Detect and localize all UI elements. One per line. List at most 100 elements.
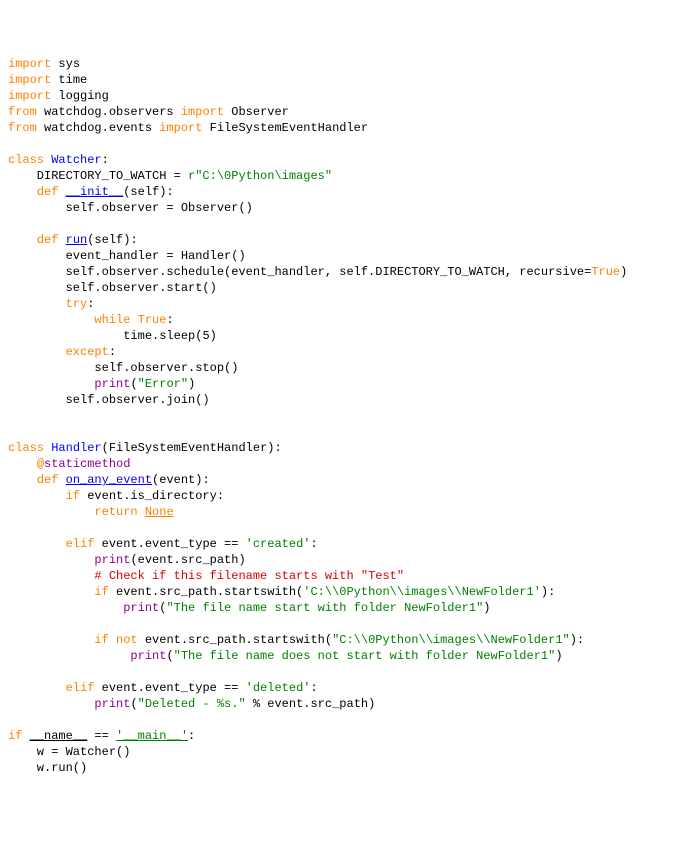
code-token: self.observer.join() bbox=[8, 393, 210, 407]
code-token: : bbox=[87, 297, 94, 311]
code-token bbox=[8, 601, 123, 615]
code-token: ) bbox=[555, 649, 562, 663]
code-token: "C:\\0Python\\images\\NewFolder1" bbox=[332, 633, 570, 647]
code-line: try: bbox=[8, 296, 681, 312]
code-line: print("Error") bbox=[8, 376, 681, 392]
code-token: event.event_type == bbox=[94, 681, 245, 695]
code-token bbox=[8, 489, 66, 503]
code-token: watchdog.events bbox=[37, 121, 159, 135]
code-token: (event.src_path) bbox=[130, 553, 245, 567]
code-token: : bbox=[310, 537, 317, 551]
code-token: '__main__' bbox=[116, 729, 188, 743]
code-line: def run(self): bbox=[8, 232, 681, 248]
code-token: def bbox=[37, 233, 59, 247]
code-token: ( bbox=[130, 377, 137, 391]
code-line: from watchdog.events import FileSystemEv… bbox=[8, 120, 681, 136]
code-token: try bbox=[66, 297, 88, 311]
code-token: ( bbox=[166, 649, 173, 663]
code-token bbox=[58, 233, 65, 247]
code-token: event_handler = Handler() bbox=[8, 249, 246, 263]
code-token: % event.src_path) bbox=[246, 697, 376, 711]
code-line: elif event.event_type == 'deleted': bbox=[8, 680, 681, 696]
code-token: == bbox=[87, 729, 116, 743]
code-line: def __init__(self): bbox=[8, 184, 681, 200]
code-token: import bbox=[8, 89, 51, 103]
code-line: self.observer.join() bbox=[8, 392, 681, 408]
code-token: r"C:\0Python\images" bbox=[188, 169, 332, 183]
code-line: from watchdog.observers import Observer bbox=[8, 104, 681, 120]
code-token: event.is_directory: bbox=[80, 489, 224, 503]
code-token: True bbox=[138, 313, 167, 327]
code-token bbox=[8, 633, 94, 647]
code-token: self.observer.stop() bbox=[8, 361, 238, 375]
code-token bbox=[8, 233, 37, 247]
code-token bbox=[109, 633, 116, 647]
code-token: class bbox=[8, 441, 44, 455]
code-line: event_handler = Handler() bbox=[8, 248, 681, 264]
code-line: w.run() bbox=[8, 760, 681, 776]
code-line: self.observer.start() bbox=[8, 280, 681, 296]
code-line bbox=[8, 216, 681, 232]
code-token bbox=[8, 649, 130, 663]
code-line bbox=[8, 136, 681, 152]
code-token bbox=[8, 505, 94, 519]
code-token: @ bbox=[37, 457, 44, 471]
code-token: import bbox=[159, 121, 202, 135]
code-token bbox=[8, 377, 94, 391]
code-token: import bbox=[8, 73, 51, 87]
code-line: print("The file name start with folder N… bbox=[8, 600, 681, 616]
code-token: Handler bbox=[51, 441, 101, 455]
code-token bbox=[8, 185, 37, 199]
code-token: 'deleted' bbox=[246, 681, 311, 695]
code-token: : bbox=[102, 153, 109, 167]
code-token: if bbox=[66, 489, 80, 503]
code-line: if event.is_directory: bbox=[8, 488, 681, 504]
code-line: return None bbox=[8, 504, 681, 520]
code-token: if bbox=[8, 729, 22, 743]
code-line: print(event.src_path) bbox=[8, 552, 681, 568]
code-token: print bbox=[94, 377, 130, 391]
code-token: def bbox=[37, 473, 59, 487]
code-token: elif bbox=[66, 681, 95, 695]
code-token: "The file name does not start with folde… bbox=[174, 649, 556, 663]
code-line: print("Deleted - %s." % event.src_path) bbox=[8, 696, 681, 712]
code-token: def bbox=[37, 185, 59, 199]
code-token: "The file name start with folder NewFold… bbox=[166, 601, 483, 615]
code-token: w = Watcher() bbox=[8, 745, 130, 759]
code-token: watchdog.observers bbox=[37, 105, 181, 119]
code-token: FileSystemEventHandler bbox=[202, 121, 368, 135]
code-token: (self): bbox=[123, 185, 173, 199]
code-token bbox=[8, 313, 94, 327]
code-token: ) bbox=[620, 265, 627, 279]
code-line: if not event.src_path.startswith("C:\\0P… bbox=[8, 632, 681, 648]
code-token: if bbox=[94, 633, 108, 647]
code-token: return bbox=[94, 505, 137, 519]
code-token: print bbox=[94, 697, 130, 711]
code-token bbox=[8, 537, 66, 551]
code-token bbox=[8, 345, 66, 359]
code-token: class bbox=[8, 153, 44, 167]
code-token: __name__ bbox=[30, 729, 88, 743]
code-line: DIRECTORY_TO_WATCH = r"C:\0Python\images… bbox=[8, 168, 681, 184]
code-token: None bbox=[145, 505, 174, 519]
code-line: except: bbox=[8, 344, 681, 360]
code-line bbox=[8, 616, 681, 632]
code-token: print bbox=[130, 649, 166, 663]
code-token: ): bbox=[570, 633, 584, 647]
code-token: Watcher bbox=[51, 153, 101, 167]
code-token: from bbox=[8, 105, 37, 119]
code-token: (self): bbox=[87, 233, 137, 247]
code-token: DIRECTORY_TO_WATCH = bbox=[8, 169, 188, 183]
code-line bbox=[8, 664, 681, 680]
code-token: time.sleep( bbox=[8, 329, 202, 343]
code-line: def on_any_event(event): bbox=[8, 472, 681, 488]
code-token: self.observer = Observer() bbox=[8, 201, 253, 215]
code-line: @staticmethod bbox=[8, 456, 681, 472]
code-token: run bbox=[66, 233, 88, 247]
code-token: elif bbox=[66, 537, 95, 551]
code-token bbox=[58, 185, 65, 199]
code-line: self.observer = Observer() bbox=[8, 200, 681, 216]
code-block: import sysimport timeimport loggingfrom … bbox=[8, 56, 681, 776]
code-token bbox=[8, 569, 94, 583]
code-line bbox=[8, 712, 681, 728]
